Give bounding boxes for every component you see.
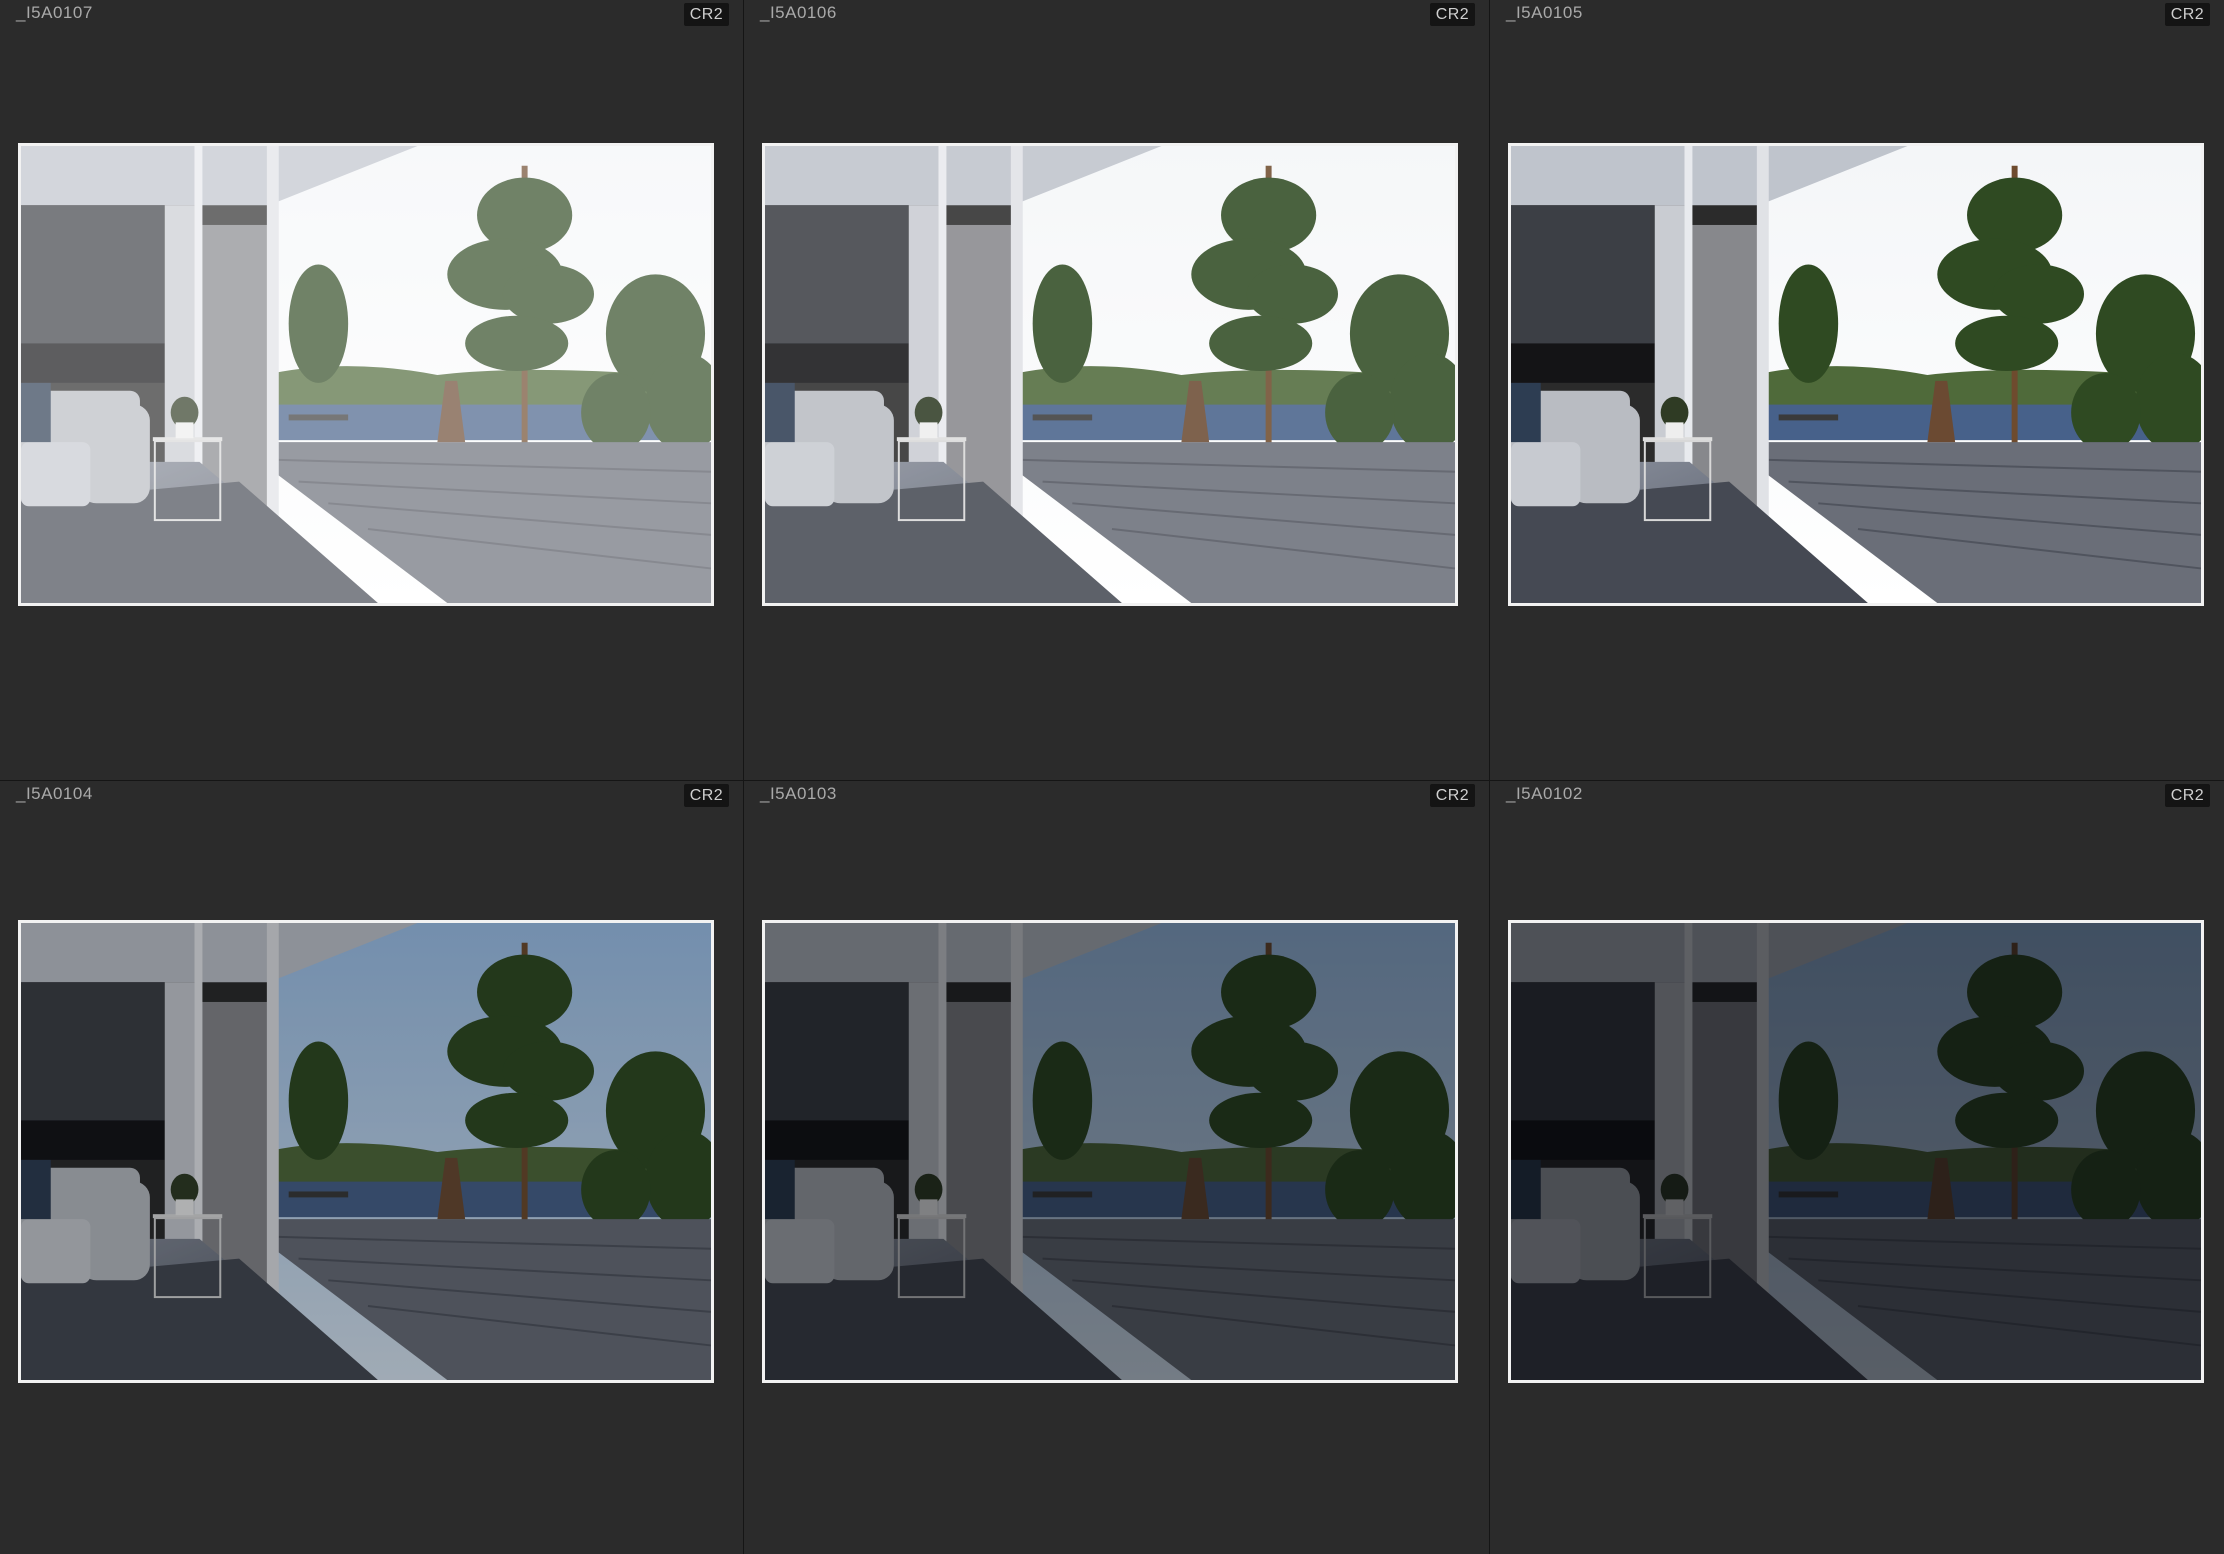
photo-image (765, 923, 1455, 1380)
photo-thumbnail[interactable] (1508, 920, 2204, 1383)
photo-image (21, 923, 711, 1380)
filename-label: _I5A0103 (760, 784, 837, 803)
format-badge: CR2 (683, 784, 729, 807)
grid-cell[interactable]: _I5A0107 CR2 (0, 0, 743, 780)
thumbnail-grid: _I5A0107 CR2 _I5A0106 CR2 _I5A0105 CR2 _… (0, 0, 2224, 1554)
photo-image (1511, 923, 2201, 1380)
filename-label: _I5A0104 (16, 784, 93, 803)
grid-cell[interactable]: _I5A0102 CR2 (1490, 781, 2224, 1554)
format-badge: CR2 (683, 3, 729, 26)
format-badge: CR2 (2164, 784, 2210, 807)
photo-image (1511, 146, 2201, 603)
grid-cell[interactable]: _I5A0105 CR2 (1490, 0, 2224, 780)
photo-thumbnail[interactable] (1508, 143, 2204, 606)
photo-image (765, 146, 1455, 603)
photo-thumbnail[interactable] (762, 143, 1458, 606)
filename-label: _I5A0106 (760, 3, 837, 22)
photo-thumbnail[interactable] (762, 920, 1458, 1383)
photo-thumbnail[interactable] (18, 920, 714, 1383)
grid-cell[interactable]: _I5A0103 CR2 (744, 781, 1489, 1554)
filename-label: _I5A0105 (1506, 3, 1583, 22)
format-badge: CR2 (2164, 3, 2210, 26)
filename-label: _I5A0107 (16, 3, 93, 22)
format-badge: CR2 (1429, 784, 1475, 807)
format-badge: CR2 (1429, 3, 1475, 26)
filename-label: _I5A0102 (1506, 784, 1583, 803)
photo-image (21, 146, 711, 603)
photo-thumbnail[interactable] (18, 143, 714, 606)
grid-cell[interactable]: _I5A0106 CR2 (744, 0, 1489, 780)
grid-cell[interactable]: _I5A0104 CR2 (0, 781, 743, 1554)
